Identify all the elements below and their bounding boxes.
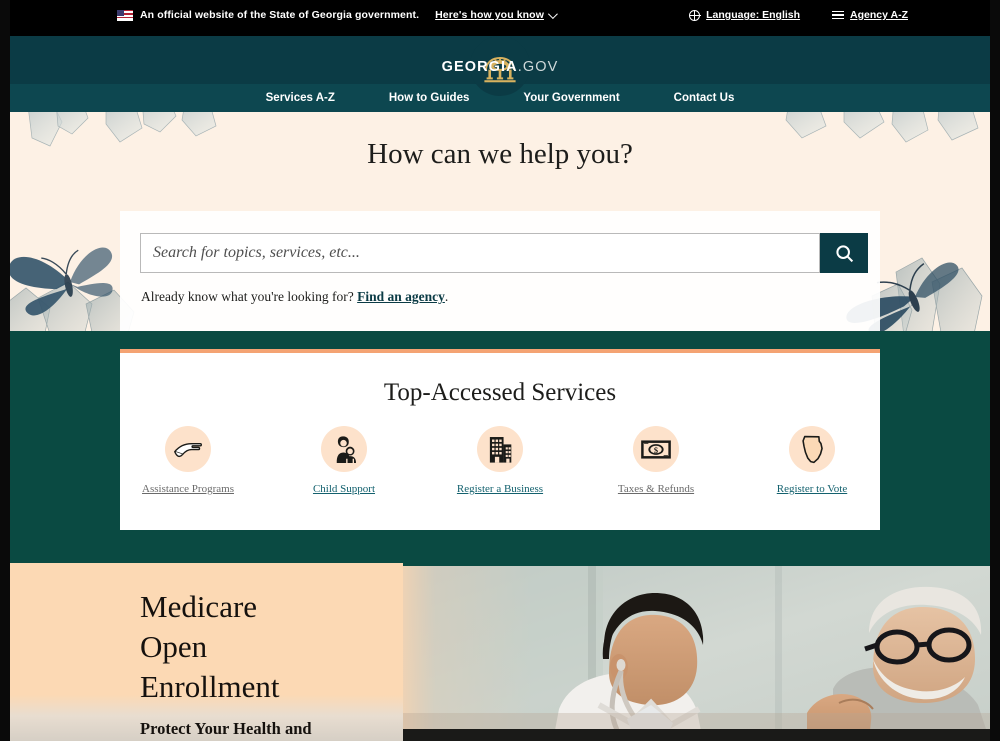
service-item-assistance-programs[interactable]: Assistance Programs (132, 426, 244, 495)
banner-title-line-1: Medicare (140, 589, 258, 624)
top-services-section: Top-Accessed Services Assistance Program… (10, 331, 990, 563)
banner-title-line-2: Open (140, 628, 208, 664)
banner-subtitle: Protect Your Health and (140, 718, 312, 738)
page-title: How can we help you? (367, 138, 633, 170)
find-agency-suffix: . (444, 289, 449, 304)
site-brand[interactable]: GEORGIA.GOV (442, 59, 559, 75)
service-label: Taxes & Refunds (617, 483, 695, 495)
language-selector[interactable]: Language: English (689, 9, 800, 21)
search-submit-button[interactable] (820, 233, 868, 273)
service-label: Assistance Programs (142, 483, 234, 495)
page-viewport: An official website of the State of Geor… (10, 0, 990, 741)
service-label: Register a Business (456, 483, 544, 495)
service-label: Register to Vote (776, 483, 848, 495)
service-item-child-support[interactable]: Child Support (288, 426, 400, 495)
top-accessed-services-card: Top-Accessed Services Assistance Program… (120, 349, 880, 530)
official-site-text: An official website of the State of Geor… (140, 9, 420, 21)
banner-text-panel: Medicare Open Enrollment Protect Your He… (10, 563, 403, 741)
nav-item-services-a-z[interactable]: Services A-Z (239, 92, 362, 104)
services-list: Assistance Programs Child Support Regist… (120, 426, 880, 495)
service-item-register-to-vote[interactable]: Register to Vote (756, 426, 868, 495)
find-agency-hint: Already know what you're looking for? Fi… (141, 289, 448, 305)
find-an-agency-link[interactable]: Find an agency (357, 289, 445, 304)
office-building-icon (477, 426, 523, 472)
language-label: Language: English (706, 9, 801, 21)
banner-photo-bottom-edge (403, 729, 990, 741)
government-banner: An official website of the State of Geor… (10, 0, 990, 36)
banner-title-line-3: Enrollment (140, 668, 280, 704)
agency-a-z-link[interactable]: Agency A-Z (832, 9, 908, 21)
browser-frame: An official website of the State of Geor… (0, 0, 1000, 741)
banner-title: Medicare Open Enrollment (140, 587, 402, 707)
helping-hand-icon (165, 426, 211, 472)
banner-top-divider (403, 563, 990, 566)
dollar-bill-icon: $ (633, 426, 679, 472)
parent-and-child-icon (321, 426, 367, 472)
search-input[interactable] (140, 233, 820, 273)
section-title: Top-Accessed Services (383, 379, 617, 406)
medicare-open-enrollment-banner[interactable]: Medicare Open Enrollment Protect Your He… (10, 563, 990, 741)
hero-section: How can we help you? Already know what y… (10, 112, 990, 331)
search-panel: Already know what you're looking for? Fi… (120, 211, 880, 331)
official-site-notice: An official website of the State of Geor… (117, 8, 558, 21)
service-label: Child Support (312, 483, 376, 495)
chevron-down-icon (547, 8, 558, 19)
georgia-state-outline-icon (789, 426, 835, 472)
how-you-know-label: Here's how you know (435, 9, 544, 21)
how-you-know-toggle[interactable]: Here's how you know (435, 8, 558, 21)
utility-links: Language: English Agency A-Z (689, 9, 908, 21)
service-item-register-a-business[interactable]: Register a Business (444, 426, 556, 495)
nav-item-contact-us[interactable]: Contact Us (647, 92, 762, 104)
service-item-taxes-and-refunds[interactable]: $ Taxes & Refunds (600, 426, 712, 495)
list-icon (832, 10, 845, 20)
svg-text:$: $ (654, 445, 658, 454)
find-agency-prefix: Already know what you're looking for? (141, 289, 358, 304)
nav-item-your-government[interactable]: Your Government (496, 92, 646, 104)
brand-primary: GEORGIA (441, 59, 518, 75)
brand-secondary: .GOV (517, 59, 559, 75)
search-icon (835, 244, 853, 262)
search-form (140, 233, 868, 273)
us-flag-icon (117, 9, 133, 21)
globe-icon (689, 9, 701, 21)
nav-item-how-to-guides[interactable]: How to Guides (362, 92, 497, 104)
banner-photo (403, 563, 990, 741)
agency-a-z-label: Agency A-Z (850, 9, 908, 21)
